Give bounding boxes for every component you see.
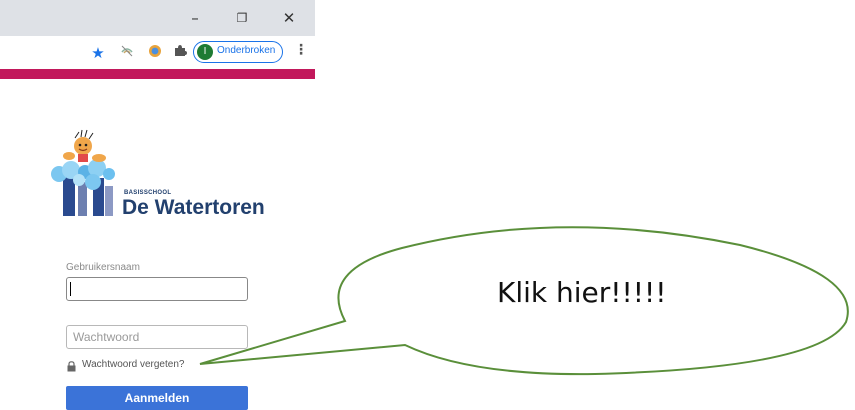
password-input[interactable] <box>66 325 248 349</box>
username-input[interactable] <box>66 277 248 301</box>
forgot-password-link[interactable]: Wachtwoord vergeten? <box>82 359 184 370</box>
username-label: Gebruikersnaam <box>66 262 140 273</box>
avatar: I <box>197 44 213 60</box>
kebab-menu-icon[interactable]: ⋮ <box>294 42 308 58</box>
minimize-button[interactable]: – <box>175 6 215 30</box>
lock-icon <box>67 359 77 372</box>
login-button[interactable]: Aanmelden <box>66 386 248 410</box>
extension-icon[interactable] <box>118 44 136 62</box>
restore-button[interactable]: ❐ <box>222 6 262 30</box>
chrome-extension-icon[interactable] <box>146 44 164 62</box>
logo-title: De Watertoren <box>122 196 265 219</box>
close-button[interactable]: ✕ <box>269 6 309 30</box>
callout-text: Klik hier!!!!! <box>497 276 667 309</box>
puzzle-icon[interactable] <box>171 44 189 62</box>
profile-button[interactable]: I Onderbroken <box>193 41 283 63</box>
bookmark-star-icon[interactable]: ★ <box>89 44 107 62</box>
accent-bar <box>0 69 315 79</box>
profile-name: Onderbroken <box>217 45 276 56</box>
text-caret <box>70 282 71 296</box>
browser-titlebar: – ❐ ✕ <box>0 0 315 36</box>
